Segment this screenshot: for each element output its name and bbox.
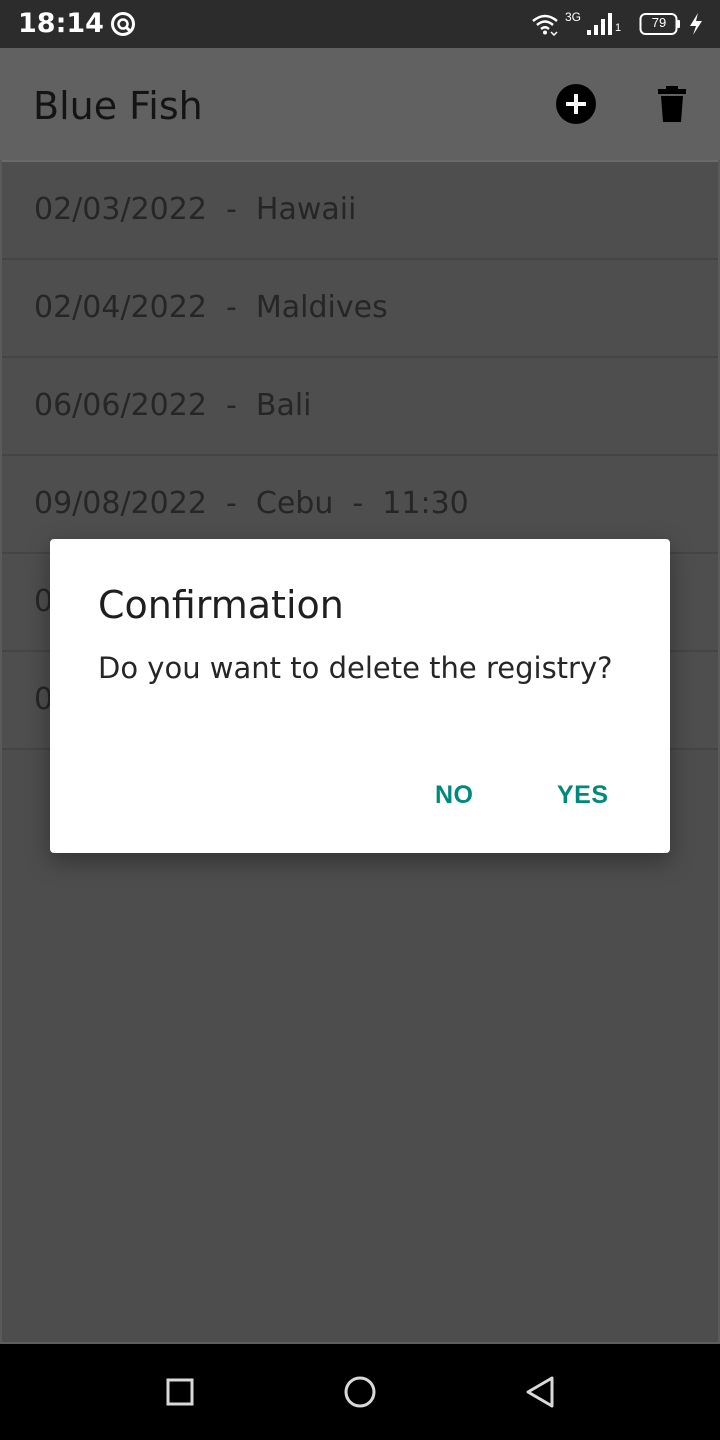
back-button[interactable] [518, 1370, 562, 1414]
signal-icon [587, 13, 612, 35]
no-button[interactable]: NO [435, 781, 474, 810]
wifi-icon [532, 14, 558, 36]
sync-icon [111, 12, 135, 36]
navigation-bar [0, 1344, 720, 1440]
recents-icon [166, 1378, 194, 1406]
app-title: Blue Fish [33, 84, 203, 128]
list-item-label: 06/06/2022 - Bali [34, 388, 312, 423]
network-type-label: 3G [565, 10, 582, 24]
confirmation-dialog: Confirmation Do you want to delete the r… [50, 539, 670, 853]
delete-icon [658, 86, 686, 122]
back-icon [526, 1376, 554, 1408]
list-item-label: 02/04/2022 - Maldives [34, 290, 388, 325]
list-item[interactable]: 06/06/2022 - Bali [2, 358, 718, 456]
list-item-label: 09/08/2022 - Cebu - 11:30 [34, 486, 469, 521]
battery-level: 79 [651, 15, 667, 30]
status-time: 18:14 [18, 8, 104, 39]
add-button[interactable] [548, 76, 604, 132]
status-bar: 18:14 3G 1 79 [0, 0, 720, 48]
charging-icon [690, 13, 702, 35]
sim-slot-label: 1 [615, 22, 622, 34]
home-button[interactable] [338, 1370, 382, 1414]
add-icon [556, 84, 596, 124]
list-item[interactable]: 02/04/2022 - Maldives [2, 260, 718, 358]
dialog-message: Do you want to delete the registry? [98, 651, 613, 685]
list-item[interactable]: 02/03/2022 - Hawaii [2, 162, 718, 260]
yes-button[interactable]: YES [557, 781, 609, 810]
app-bar: Blue Fish [0, 48, 720, 162]
delete-button[interactable] [644, 76, 700, 132]
dialog-title: Confirmation [98, 583, 344, 627]
recents-button[interactable] [158, 1370, 202, 1414]
home-icon [344, 1376, 376, 1408]
list-item-label: 02/03/2022 - Hawaii [34, 192, 357, 227]
